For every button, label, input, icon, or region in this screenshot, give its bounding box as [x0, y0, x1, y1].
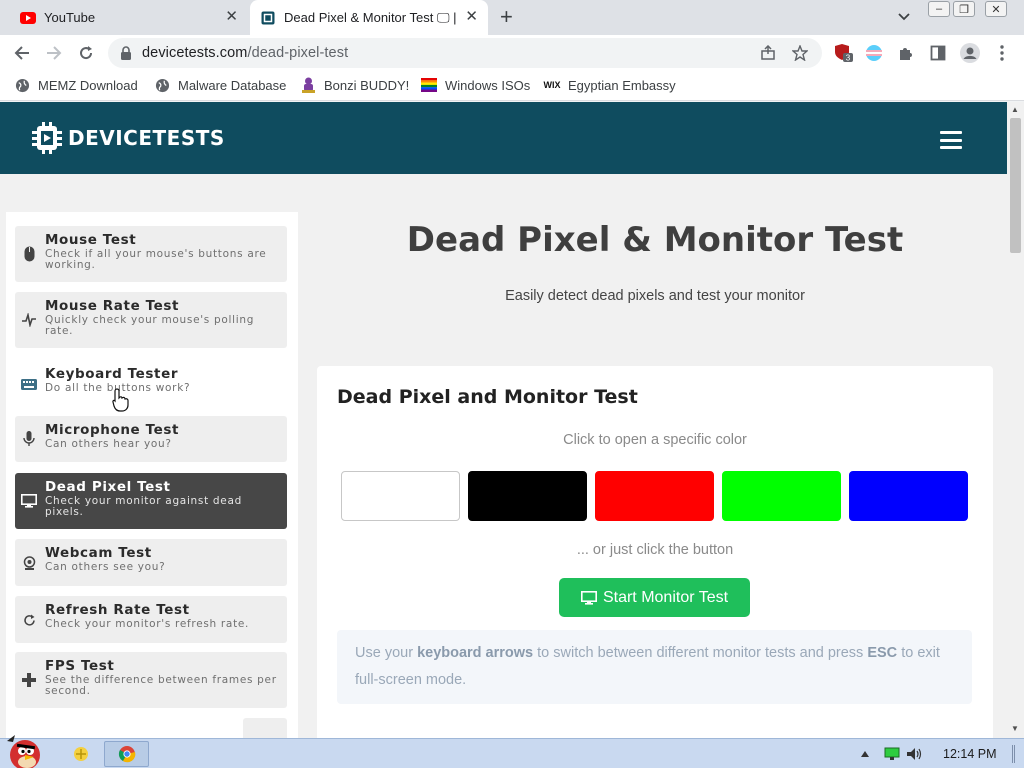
sidebar-item-dead-pixel-test[interactable]: Dead Pixel Test Check your monitor again…	[15, 473, 287, 529]
puzzle-icon[interactable]	[896, 43, 916, 63]
devicetests-favicon	[260, 10, 276, 26]
tab-title: YouTube	[44, 10, 96, 25]
sidebar-item-keyboard-tester[interactable]: Keyboard Tester Do all the buttons work?	[15, 360, 287, 412]
bookmark-windows-isos[interactable]: Windows ISOs	[421, 76, 530, 94]
lock-icon[interactable]	[120, 46, 132, 65]
close-tab-icon[interactable]: ✕	[465, 9, 478, 25]
url-text[interactable]: devicetests.com/dead-pixel-test	[142, 45, 348, 61]
scroll-up-icon[interactable]: ▲	[1011, 105, 1019, 114]
address-bar[interactable]: devicetests.com/dead-pixel-test	[108, 38, 822, 68]
sidebar-item-mouse-rate-test[interactable]: Mouse Rate Test Quickly check your mouse…	[15, 292, 287, 348]
profile-avatar-icon[interactable]	[960, 43, 980, 63]
page-subtitle: Easily detect dead pixels and test your …	[505, 288, 805, 304]
bookmark-star-icon[interactable]	[791, 44, 809, 66]
reload-icon[interactable]	[76, 43, 96, 63]
monitor-icon	[580, 590, 597, 605]
scrollbar-thumb[interactable]	[1010, 118, 1021, 253]
or-text: ... or just click the button	[576, 542, 734, 558]
network-icon[interactable]	[884, 739, 900, 768]
globe-icon	[14, 77, 30, 93]
rainbow-flag-icon	[421, 77, 437, 93]
chrome-icon	[118, 746, 135, 763]
sidebar-item-mouse-test[interactable]: Mouse Test Check if all your mouse's but…	[15, 226, 287, 282]
show-desktop-button[interactable]	[1012, 739, 1015, 768]
sidebar-item-fps-test[interactable]: FPS Test See the difference between fram…	[15, 652, 287, 708]
tab-youtube[interactable]: YouTube ✕	[8, 0, 248, 35]
refresh-icon	[21, 612, 37, 628]
sidebar-item-microphone-test[interactable]: Microphone Test Can others hear you?	[15, 416, 287, 462]
scroll-down-icon[interactable]: ▼	[1011, 724, 1019, 733]
monitor-test-card: Dead Pixel and Monitor Test Click to ope…	[317, 366, 993, 738]
page-viewport: DEVICETESTS Mouse Test Check if all your…	[0, 102, 1007, 738]
bookmark-memz-download[interactable]: MEMZ Download	[14, 76, 138, 94]
logo-text: DEVICETESTS	[68, 126, 225, 150]
svg-text:3: 3	[846, 54, 851, 63]
bonzi-icon	[300, 77, 316, 93]
keyboard-icon	[21, 376, 37, 392]
tray-expand-icon[interactable]	[860, 739, 870, 768]
gamepad-icon	[21, 672, 37, 688]
tab-title: Dead Pixel & Monitor Test 🖵 |	[284, 9, 457, 25]
explorer-icon[interactable]	[70, 741, 92, 767]
site-logo[interactable]: DEVICETESTS	[32, 122, 225, 154]
keyboard-hint-note: Use your keyboard arrows to switch betwe…	[337, 630, 972, 704]
bookmarks-bar: MEMZ Download Malware Database Bonzi BUD…	[0, 70, 1024, 101]
devicetests-logo-icon	[32, 122, 62, 154]
start-button[interactable]	[0, 731, 50, 768]
chrome-taskbar-button[interactable]	[104, 741, 149, 767]
sidebar-item-refresh-rate-test[interactable]: Refresh Rate Test Check your monitor's r…	[15, 596, 287, 643]
site-header: DEVICETESTS	[0, 102, 1007, 174]
browser-toolbar: devicetests.com/dead-pixel-test 3	[0, 35, 1024, 70]
wix-icon: WIX	[543, 80, 561, 90]
bookmark-egyptian-embassy[interactable]: WIX Egyptian Embassy	[544, 76, 676, 94]
swatch-green-button[interactable]	[722, 471, 841, 521]
sidebar-more-item[interactable]	[243, 718, 287, 738]
youtube-icon	[20, 10, 36, 26]
pulse-icon	[21, 312, 37, 328]
mouse-icon	[21, 246, 37, 262]
swatch-white-button[interactable]	[341, 471, 460, 521]
angry-bird-icon	[7, 735, 40, 768]
page-title: Dead Pixel & Monitor Test	[406, 220, 904, 260]
globe-icon	[154, 77, 170, 93]
back-arrow-icon[interactable]	[12, 43, 32, 63]
chevron-down-icon[interactable]	[897, 9, 911, 28]
sidebar-item-webcam-test[interactable]: Webcam Test Can others see you?	[15, 539, 287, 586]
menu-dots-icon[interactable]	[992, 43, 1012, 63]
new-tab-button[interactable]: +	[500, 6, 513, 28]
volume-icon[interactable]	[906, 739, 922, 768]
clock[interactable]: 12:14 PM	[943, 739, 997, 768]
close-window-button[interactable]: ✕	[985, 1, 1007, 17]
start-monitor-test-button[interactable]: Start Monitor Test	[559, 578, 750, 617]
page-scrollbar[interactable]: ▲ ▼	[1007, 102, 1024, 738]
close-tab-icon[interactable]: ✕	[225, 9, 238, 25]
extension-flag-icon[interactable]	[864, 43, 884, 63]
card-title: Dead Pixel and Monitor Test	[337, 386, 638, 408]
taskbar: 12:14 PM	[0, 735, 1024, 768]
bookmark-malware-database[interactable]: Malware Database	[154, 76, 286, 94]
tab-strip: YouTube ✕ Dead Pixel & Monitor Test 🖵 | …	[0, 0, 1024, 35]
hand-cursor-icon	[112, 388, 129, 412]
maximize-button[interactable]: ❐	[953, 1, 975, 17]
swatch-blue-button[interactable]	[849, 471, 968, 521]
swatch-red-button[interactable]	[595, 471, 714, 521]
hamburger-menu-icon[interactable]	[940, 131, 962, 149]
tab-dead-pixel-test[interactable]: Dead Pixel & Monitor Test 🖵 | ✕	[250, 0, 488, 35]
monitor-icon	[21, 493, 37, 509]
side-panel-icon[interactable]	[928, 43, 948, 63]
sidebar-nav: Mouse Test Check if all your mouse's but…	[6, 212, 298, 738]
share-icon[interactable]	[760, 44, 776, 66]
forward-arrow-icon[interactable]	[44, 43, 64, 63]
extension-shield-icon[interactable]: 3	[834, 43, 854, 63]
color-hint: Click to open a specific color	[563, 432, 747, 448]
bookmark-bonzi-buddy[interactable]: Bonzi BUDDY!	[300, 76, 409, 94]
minimize-button[interactable]: ‒	[928, 1, 950, 17]
microphone-icon	[21, 431, 37, 447]
swatch-black-button[interactable]	[468, 471, 587, 521]
webcam-icon	[21, 555, 37, 571]
